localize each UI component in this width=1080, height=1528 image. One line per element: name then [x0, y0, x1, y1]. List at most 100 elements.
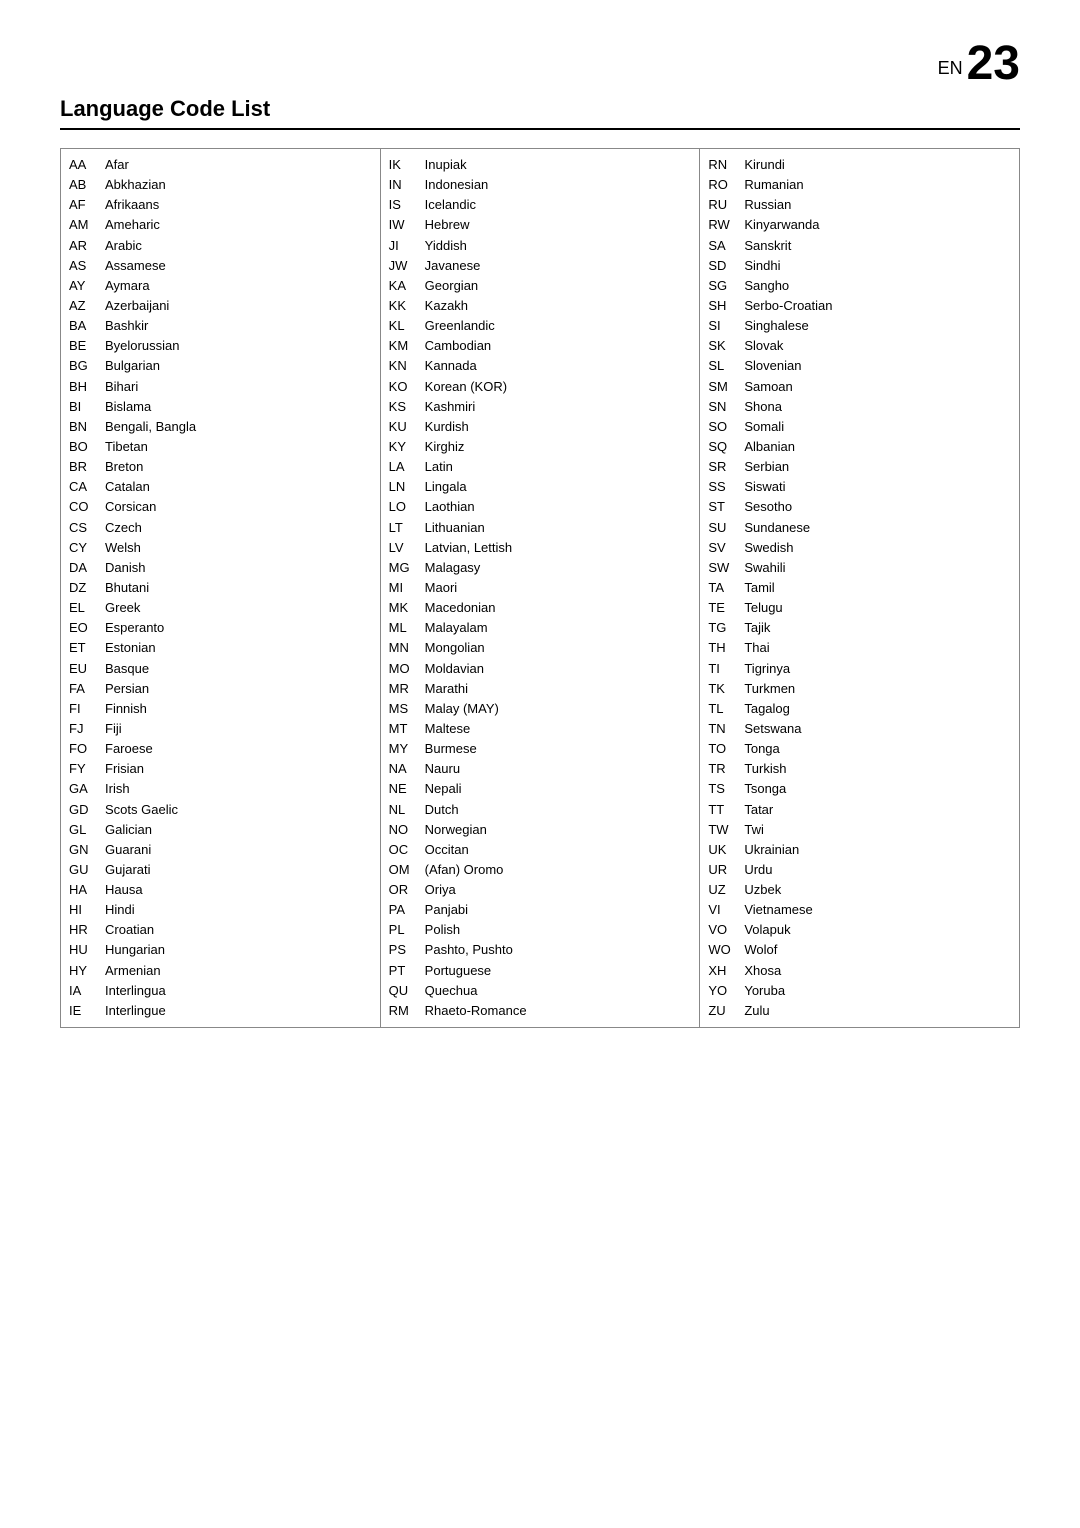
language-name: Interlingua — [105, 981, 166, 1001]
list-item: ARArabic — [69, 236, 372, 256]
language-name: Sangho — [744, 276, 789, 296]
language-code: RN — [708, 155, 736, 175]
list-item: BHBihari — [69, 377, 372, 397]
language-code: PT — [389, 961, 417, 981]
language-code: CS — [69, 518, 97, 538]
list-item: KNKannada — [389, 356, 692, 376]
language-code: BE — [69, 336, 97, 356]
language-code: PS — [389, 940, 417, 960]
list-item: PLPolish — [389, 920, 692, 940]
list-item: FJFiji — [69, 719, 372, 739]
language-name: Twi — [744, 820, 764, 840]
language-code: JW — [389, 256, 417, 276]
language-name: Kazakh — [425, 296, 468, 316]
language-code: TT — [708, 800, 736, 820]
language-name: Bislama — [105, 397, 151, 417]
language-name: Pashto, Pushto — [425, 940, 513, 960]
language-code: UR — [708, 860, 736, 880]
language-code: HY — [69, 961, 97, 981]
list-item: FAPersian — [69, 679, 372, 699]
language-code: TR — [708, 759, 736, 779]
list-item: SG Sangho — [708, 276, 1011, 296]
language-code: AS — [69, 256, 97, 276]
language-code: BG — [69, 356, 97, 376]
language-code: SV — [708, 538, 736, 558]
list-item: SUSundanese — [708, 518, 1011, 538]
list-item: TITigrinya — [708, 659, 1011, 679]
language-code: GN — [69, 840, 97, 860]
language-code: SU — [708, 518, 736, 538]
language-code: TE — [708, 598, 736, 618]
language-code: TL — [708, 699, 736, 719]
language-code: ZU — [708, 1001, 736, 1021]
language-code: KM — [389, 336, 417, 356]
language-name: Malagasy — [425, 558, 481, 578]
language-column-1: IKInupiakINIndonesianISIcelandicIWHebrew… — [381, 149, 701, 1027]
language-code: FI — [69, 699, 97, 719]
list-item: TLTagalog — [708, 699, 1011, 719]
page-title: Language Code List — [60, 96, 1020, 130]
language-code: GD — [69, 800, 97, 820]
language-name: Singhalese — [744, 316, 808, 336]
language-name: Indonesian — [425, 175, 489, 195]
list-item: IKInupiak — [389, 155, 692, 175]
list-item: RWKinyarwanda — [708, 215, 1011, 235]
language-code: SR — [708, 457, 736, 477]
list-item: CACatalan — [69, 477, 372, 497]
language-name: Catalan — [105, 477, 150, 497]
list-item: GNGuarani — [69, 840, 372, 860]
language-name: Galician — [105, 820, 152, 840]
language-code: VI — [708, 900, 736, 920]
language-name: Bashkir — [105, 316, 148, 336]
language-name: Russian — [744, 195, 791, 215]
list-item: MKMacedonian — [389, 598, 692, 618]
language-name: Abkhazian — [105, 175, 166, 195]
language-code: HU — [69, 940, 97, 960]
list-item: SOSomali — [708, 417, 1011, 437]
language-code: TW — [708, 820, 736, 840]
language-name: Lingala — [425, 477, 467, 497]
language-name: Frisian — [105, 759, 144, 779]
list-item: KMCambodian — [389, 336, 692, 356]
language-code: SM — [708, 377, 736, 397]
list-item: KUKurdish — [389, 417, 692, 437]
language-name: Sanskrit — [744, 236, 791, 256]
language-code: RW — [708, 215, 736, 235]
list-item: MIMaori — [389, 578, 692, 598]
list-item: EUBasque — [69, 659, 372, 679]
language-code: SG — [708, 276, 736, 296]
language-name: Slovak — [744, 336, 783, 356]
language-name: Persian — [105, 679, 149, 699]
language-code: HA — [69, 880, 97, 900]
language-code: BO — [69, 437, 97, 457]
language-code: OC — [389, 840, 417, 860]
list-item: HAHausa — [69, 880, 372, 900]
list-item: BGBulgarian — [69, 356, 372, 376]
language-name: Czech — [105, 518, 142, 538]
list-item: NONorwegian — [389, 820, 692, 840]
language-code: TG — [708, 618, 736, 638]
list-item: KAGeorgian — [389, 276, 692, 296]
language-code: NE — [389, 779, 417, 799]
language-name: Malayalam — [425, 618, 488, 638]
language-name: Serbo-Croatian — [744, 296, 832, 316]
language-name: Setswana — [744, 719, 801, 739]
language-code: TA — [708, 578, 736, 598]
list-item: TNSetswana — [708, 719, 1011, 739]
language-code: NL — [389, 800, 417, 820]
language-code: UZ — [708, 880, 736, 900]
list-item: IWHebrew — [389, 215, 692, 235]
language-code: EO — [69, 618, 97, 638]
list-item: STSesotho — [708, 497, 1011, 517]
language-name: Urdu — [744, 860, 772, 880]
language-code: KY — [389, 437, 417, 457]
list-item: KLGreenlandic — [389, 316, 692, 336]
language-code: HI — [69, 900, 97, 920]
list-item: ASAssamese — [69, 256, 372, 276]
language-code: GL — [69, 820, 97, 840]
language-code: UK — [708, 840, 736, 860]
list-item: SKSlovak — [708, 336, 1011, 356]
language-name: Kannada — [425, 356, 477, 376]
list-item: SISinghalese — [708, 316, 1011, 336]
list-item: BOTibetan — [69, 437, 372, 457]
